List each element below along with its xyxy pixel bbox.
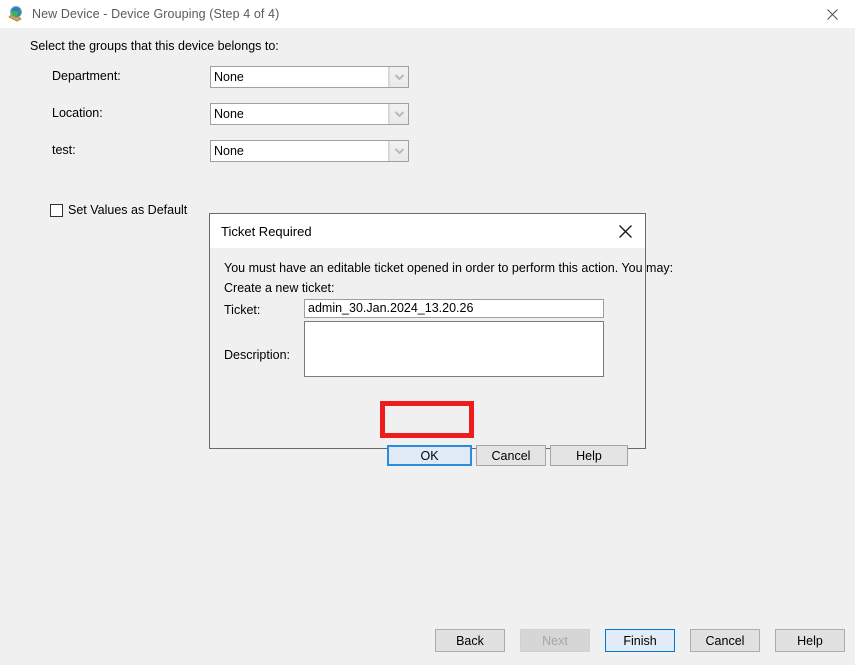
combo-location-value: None <box>211 104 389 124</box>
dialog-help-button[interactable]: Help <box>550 445 628 466</box>
dialog-body: You must have an editable ticket opened … <box>210 248 673 466</box>
finish-button[interactable]: Finish <box>605 629 675 652</box>
set-values-default-label: Set Values as Default <box>68 203 188 217</box>
label-test: test: <box>52 143 76 157</box>
ok-button[interactable]: OK <box>387 445 472 466</box>
combo-department-value: None <box>211 67 389 87</box>
instruction-text: Select the groups that this device belon… <box>30 39 279 53</box>
dialog-title: Ticket Required <box>221 223 312 239</box>
wizard-footer: Back Next Finish Cancel Help <box>0 629 855 665</box>
globe-icon <box>8 6 24 22</box>
dialog-message-line2: Create a new ticket: <box>224 281 335 295</box>
next-button: Next <box>520 629 590 652</box>
window-title: New Device - Device Grouping (Step 4 of … <box>32 7 280 21</box>
dialog-cancel-button[interactable]: Cancel <box>476 445 546 466</box>
label-department: Department: <box>52 69 121 83</box>
close-icon[interactable] <box>605 214 645 248</box>
description-label: Description: <box>224 348 290 362</box>
combo-test[interactable]: None <box>210 140 409 162</box>
field-row-test: test: None <box>0 140 855 162</box>
combo-test-value: None <box>211 141 389 161</box>
dialog-message-line1: You must have an editable ticket opened … <box>224 261 674 275</box>
chevron-down-icon[interactable] <box>389 67 408 87</box>
field-row-location: Location: None <box>0 103 855 125</box>
help-button[interactable]: Help <box>775 629 845 652</box>
set-values-default-checkbox[interactable] <box>50 203 63 217</box>
description-input[interactable] <box>304 321 604 377</box>
chevron-down-icon[interactable] <box>389 104 408 124</box>
ticket-required-dialog: Ticket Required You must have an editabl… <box>209 213 673 466</box>
cancel-button[interactable]: Cancel <box>690 629 760 652</box>
close-icon[interactable] <box>809 0 855 28</box>
combo-department[interactable]: None <box>210 66 409 88</box>
set-values-default-row[interactable]: Set Values as Default <box>50 202 187 218</box>
window-titlebar: New Device - Device Grouping (Step 4 of … <box>0 0 855 28</box>
back-button[interactable]: Back <box>435 629 505 652</box>
ticket-input[interactable]: admin_30.Jan.2024_13.20.26 <box>304 299 604 318</box>
combo-location[interactable]: None <box>210 103 409 125</box>
ticket-label: Ticket: <box>224 303 261 317</box>
chevron-down-icon[interactable] <box>389 141 408 161</box>
dialog-titlebar: Ticket Required <box>210 214 645 248</box>
field-row-department: Department: None <box>0 66 855 88</box>
label-location: Location: <box>52 106 103 120</box>
